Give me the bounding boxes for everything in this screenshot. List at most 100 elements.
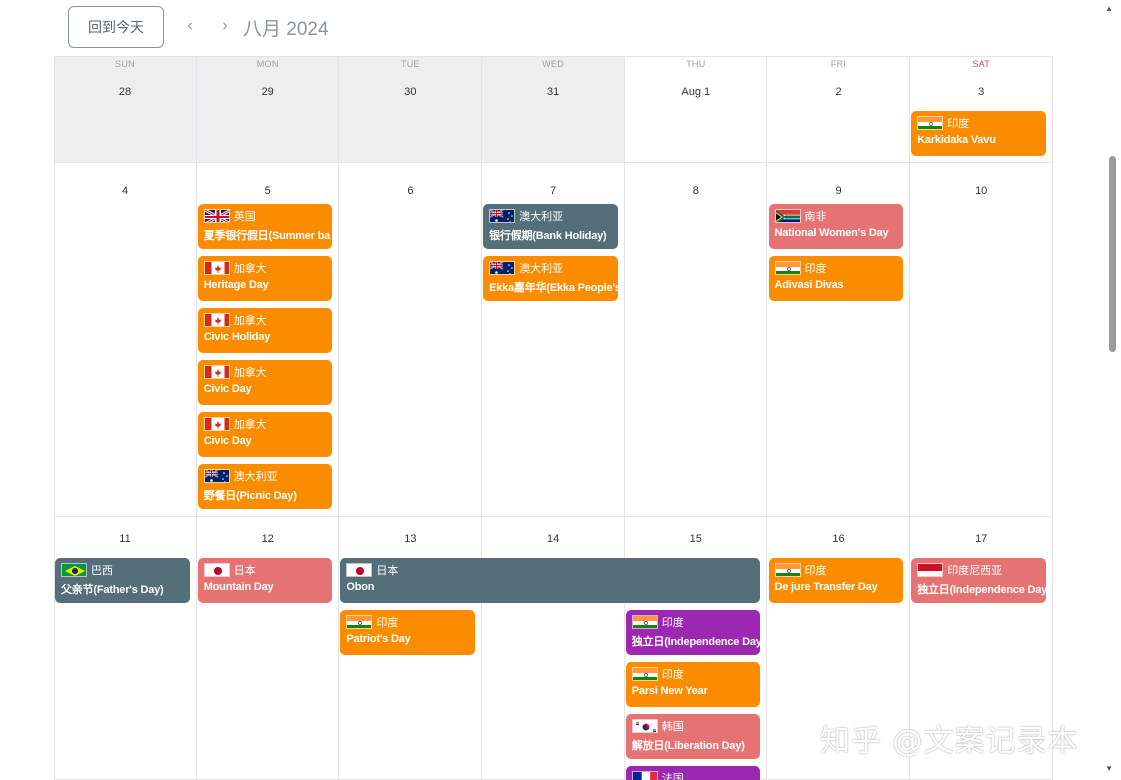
day-cell[interactable]: [196, 56, 340, 163]
day-cell[interactable]: [624, 163, 768, 517]
event-title: Patriot's Day: [346, 633, 411, 645]
holiday-event[interactable]: 印度 Patriot's Day: [340, 610, 476, 655]
weekday-header: SUN: [115, 59, 135, 69]
day-number[interactable]: Aug 1: [625, 86, 767, 98]
day-number[interactable]: 16: [768, 533, 910, 545]
scrollbar-thumb[interactable]: [1109, 156, 1116, 352]
day-cell[interactable]: [54, 56, 197, 163]
event-country-row: 日本: [203, 562, 256, 578]
event-country-row: 澳大利亚: [489, 208, 563, 224]
event-country-row: 印度: [631, 614, 684, 630]
holiday-event[interactable]: 加拿大 Civic Day: [197, 360, 333, 405]
holiday-event[interactable]: 印度尼西亚 独立日(Independence Day: [911, 558, 1046, 603]
day-number[interactable]: 8: [625, 185, 767, 197]
day-number[interactable]: 4: [54, 185, 196, 197]
day-number[interactable]: 11: [54, 533, 196, 545]
korea-flag-icon: [631, 719, 658, 733]
event-country: 英国: [233, 211, 256, 223]
day-number[interactable]: 5: [197, 185, 339, 197]
day-number[interactable]: 3: [910, 86, 1052, 98]
holiday-event[interactable]: 巴西 父亲节(Father's Day): [55, 558, 190, 603]
holiday-event[interactable]: 印度 Parsi New Year: [625, 662, 761, 707]
holiday-event[interactable]: 印度 De jure Transfer Day: [768, 558, 904, 603]
today-button[interactable]: 回到今天: [68, 6, 164, 48]
day-number[interactable]: 15: [625, 533, 767, 545]
prev-month-chevron-icon[interactable]: ‹: [180, 14, 200, 38]
event-country: 印度: [804, 263, 827, 275]
day-number[interactable]: 7: [482, 185, 624, 197]
day-number[interactable]: 29: [197, 86, 339, 98]
event-country: 加拿大: [233, 263, 267, 275]
india-flag-icon: [631, 615, 658, 629]
event-country-row: 英国: [203, 208, 256, 224]
holiday-event[interactable]: 英国夏季银行假日(Summer ba: [197, 204, 333, 249]
event-title: Parsi New Year: [631, 685, 708, 697]
vertical-scrollbar[interactable]: ▲ ▼: [1105, 0, 1118, 780]
day-cell[interactable]: [624, 56, 768, 163]
day-number[interactable]: 6: [339, 185, 481, 197]
holiday-event[interactable]: 法国: [625, 766, 761, 780]
event-country: 澳大利亚: [233, 471, 278, 483]
holiday-event[interactable]: 印度 独立日(Independence Day: [625, 610, 761, 655]
day-number[interactable]: 14: [482, 533, 624, 545]
event-title: National Women's Day: [774, 227, 889, 239]
holiday-event[interactable]: 南非 National Women's Day: [768, 204, 904, 249]
event-title: 野餐日(Picnic Day): [203, 490, 297, 502]
australia-flag-icon: [489, 261, 516, 275]
uk-flag-icon: [203, 209, 230, 223]
indonesia-flag-icon: [917, 563, 944, 577]
japan-flag-icon: [203, 563, 230, 577]
day-number[interactable]: 10: [910, 185, 1052, 197]
day-cell[interactable]: [910, 163, 1053, 517]
day-number[interactable]: 12: [197, 533, 339, 545]
event-title: 父亲节(Father's Day): [61, 584, 164, 596]
day-number[interactable]: 2: [768, 86, 910, 98]
day-cell[interactable]: [339, 56, 483, 163]
holiday-event[interactable]: 日本 Obon: [340, 558, 761, 603]
weekday-header: THU: [686, 59, 706, 69]
holiday-event[interactable]: 加拿大 Civic Holiday: [197, 308, 333, 353]
day-number[interactable]: 13: [339, 533, 481, 545]
holiday-event[interactable]: 印度 Karkidaka Vavu: [911, 111, 1046, 156]
event-country-row: 韩国: [631, 718, 684, 734]
event-country: 法国: [661, 773, 684, 780]
holiday-event[interactable]: 澳大利亚 Ekka嘉年华(Ekka People's: [483, 256, 618, 301]
holiday-event[interactable]: 印度 Adivasi Divas: [768, 256, 904, 301]
event-title: 夏季银行假日(Summer ba: [203, 230, 331, 242]
next-month-chevron-icon[interactable]: ›: [215, 14, 235, 38]
holiday-event[interactable]: 澳大利亚 银行假期(Bank Holiday): [483, 204, 618, 249]
canada-flag-icon: [203, 365, 230, 379]
holiday-event[interactable]: 加拿大 Civic Day: [197, 412, 333, 457]
holiday-event[interactable]: 韩国 解放日(Liberation Day): [625, 714, 761, 759]
month-grid: 28 29 30 31 Aug 1 2 3 4 5 6 7 8 9 10 11 12 13 14 15 16 17 SUN…: [54, 56, 1053, 780]
event-title: De jure Transfer Day: [774, 581, 878, 593]
weekday-header: SAT: [972, 59, 991, 69]
day-cell[interactable]: [196, 517, 340, 780]
day-cell[interactable]: [767, 56, 911, 163]
event-country-row: 澳大利亚: [203, 468, 278, 484]
holiday-event[interactable]: 澳大利亚野餐日(Picnic Day): [197, 464, 333, 509]
india-flag-icon: [631, 667, 658, 681]
day-cell[interactable]: [54, 163, 197, 517]
event-country-row: 南非: [774, 208, 827, 224]
holiday-event[interactable]: 加拿大 Heritage Day: [197, 256, 333, 301]
holiday-event[interactable]: 日本 Mountain Day: [197, 558, 333, 603]
day-number[interactable]: 17: [910, 533, 1052, 545]
event-title: Obon: [346, 581, 375, 593]
day-cell[interactable]: [482, 56, 625, 163]
day-number[interactable]: 30: [339, 86, 481, 98]
day-cell[interactable]: [482, 517, 625, 780]
event-country: 加拿大: [233, 367, 267, 379]
day-number[interactable]: 28: [54, 86, 196, 98]
day-cell[interactable]: [339, 163, 483, 517]
india-flag-icon: [917, 116, 944, 130]
day-number[interactable]: 31: [482, 86, 624, 98]
scroll-down-icon[interactable]: ▼: [1105, 764, 1113, 773]
event-title: Heritage Day: [203, 279, 269, 291]
brazil-flag-icon: [61, 563, 87, 577]
event-country: 日本: [376, 565, 399, 577]
event-country-row: 法国: [631, 770, 684, 780]
day-cell[interactable]: [54, 517, 197, 780]
day-number[interactable]: 9: [768, 185, 910, 197]
scroll-up-icon[interactable]: ▲: [1105, 4, 1113, 13]
